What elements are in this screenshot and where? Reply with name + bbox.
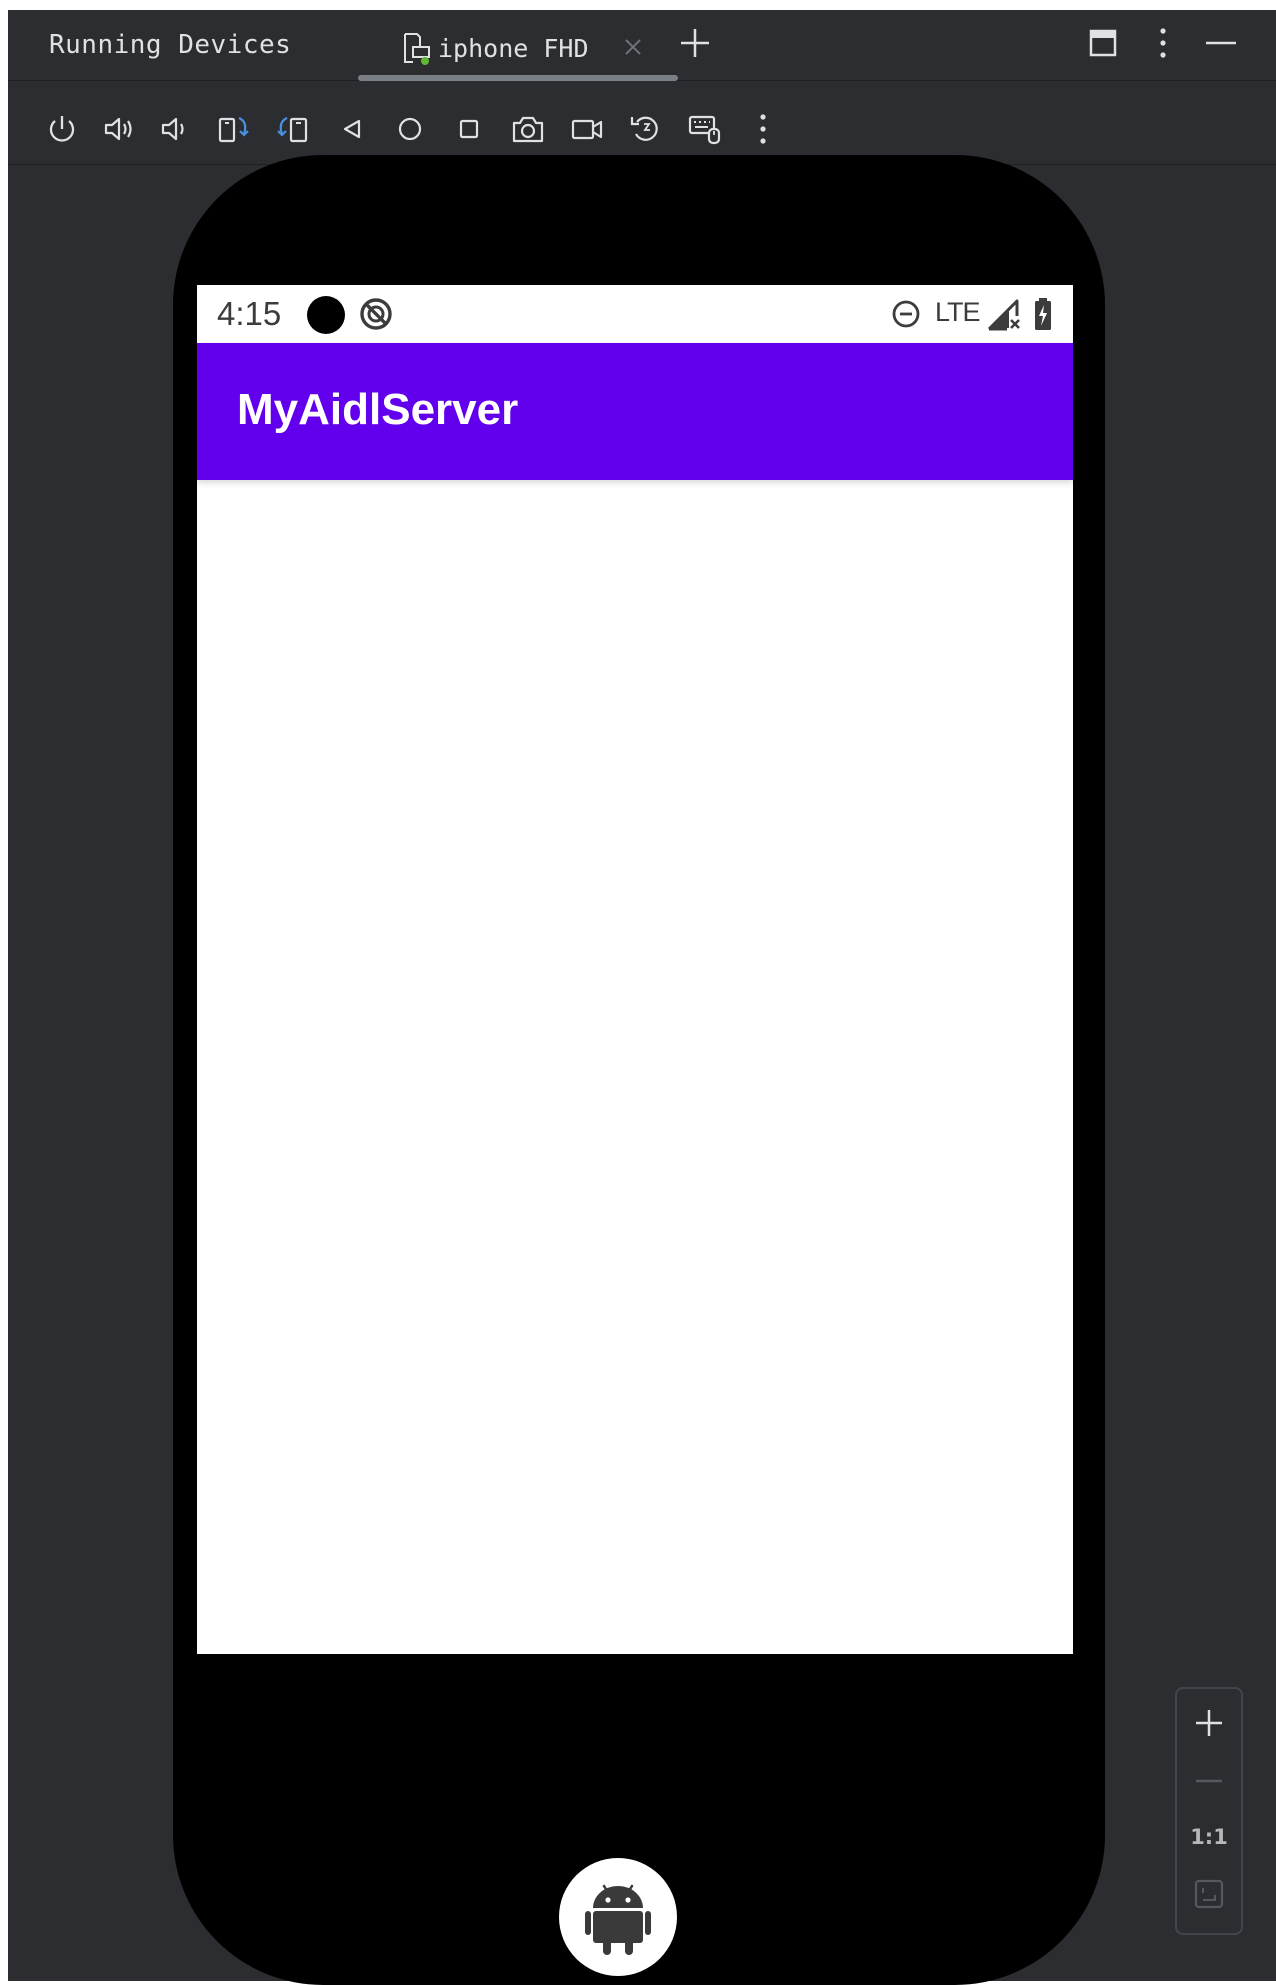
battery-charging-icon (1035, 298, 1051, 330)
app-title: MyAidlServer (237, 385, 519, 434)
signal-no-service-icon (987, 299, 1020, 331)
zoom-in-icon[interactable] (1191, 1705, 1227, 1741)
keyboard-mouse-icon (688, 115, 721, 145)
status-bar: 4:15 LTE (197, 285, 1073, 343)
panel-title: Running Devices (49, 30, 292, 60)
power-icon (49, 116, 75, 142)
rotate-left-button[interactable] (217, 112, 251, 146)
title-bar: Running Devices iphone FHD (8, 10, 1276, 81)
volume-up-icon (104, 117, 132, 141)
device-frame: 4:15 LTE MyAidlServer (173, 155, 1105, 1985)
add-icon[interactable] (678, 26, 712, 60)
zoom-controls: 1:1 (1175, 1687, 1243, 1935)
minimize-icon[interactable] (1203, 28, 1239, 58)
power-button[interactable] (45, 112, 79, 146)
screen-record-icon (571, 119, 603, 140)
volume-down-icon (161, 117, 184, 141)
overview-button[interactable] (452, 112, 486, 146)
device-tab-icon (404, 33, 430, 65)
reset-button[interactable] (629, 112, 663, 146)
screenshot-button[interactable] (511, 112, 545, 146)
back-button[interactable] (335, 112, 369, 146)
device-toolbar (8, 80, 1276, 165)
more-vert-icon (760, 114, 766, 144)
tab-label: iphone FHD (438, 34, 589, 63)
android-home-button[interactable] (559, 1858, 677, 1976)
rotate-left-icon (218, 116, 249, 143)
volume-down-button[interactable] (158, 112, 192, 146)
status-time: 4:15 (217, 295, 282, 332)
more-vert-icon[interactable] (1156, 26, 1170, 60)
window-options-icon[interactable] (1088, 28, 1118, 58)
rotate-right-icon (277, 116, 308, 143)
reset-icon (630, 116, 658, 141)
tab-iphone-fhd[interactable]: iphone FHD (358, 24, 680, 81)
notification-dot-icon (307, 296, 345, 334)
back-icon (343, 119, 361, 139)
home-nav-button[interactable] (393, 112, 427, 146)
close-icon[interactable] (622, 36, 644, 58)
do-not-disturb-icon (892, 300, 920, 328)
app-bar: MyAidlServer (197, 343, 1073, 480)
zoom-out-icon[interactable] (1191, 1763, 1227, 1799)
android-icon (585, 1884, 651, 1955)
home-icon (398, 117, 422, 141)
volume-up-button[interactable] (102, 112, 136, 146)
more-options-button[interactable] (746, 112, 780, 146)
sync-disabled-icon (360, 298, 392, 330)
keyboard-mouse-button[interactable] (688, 112, 722, 146)
network-type: LTE (935, 297, 981, 327)
device-screen[interactable]: 4:15 LTE MyAidlServer (197, 285, 1073, 1654)
fit-screen-icon[interactable] (1194, 1879, 1224, 1909)
rotate-right-button[interactable] (276, 112, 310, 146)
screenshot-icon (512, 116, 544, 143)
overview-icon (459, 119, 479, 139)
actual-size-button[interactable]: 1:1 (1177, 1825, 1241, 1849)
screen-record-button[interactable] (570, 112, 604, 146)
